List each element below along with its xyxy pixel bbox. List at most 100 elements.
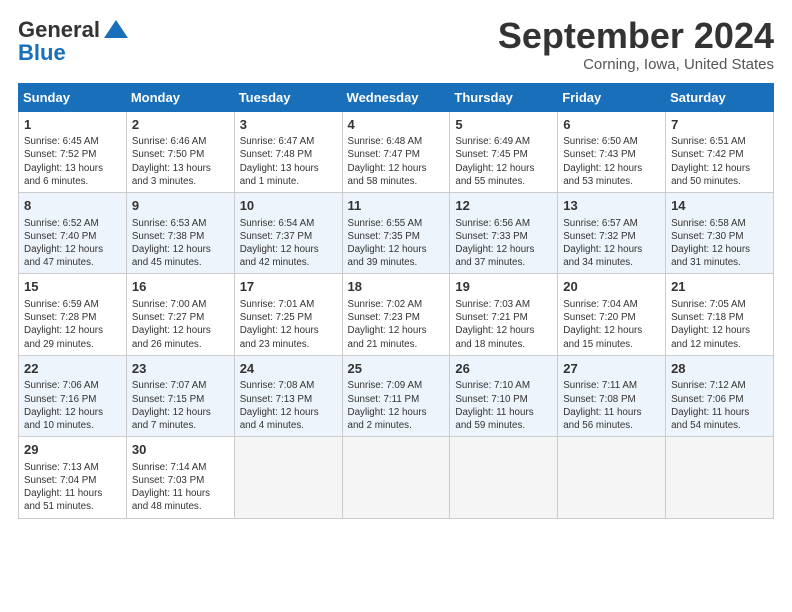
page: General Blue September 2024 Corning, Iow… — [0, 0, 792, 612]
day-cell-23: 23Sunrise: 7:07 AM Sunset: 7:15 PM Dayli… — [126, 355, 234, 436]
day-number: 1 — [24, 116, 121, 134]
day-number: 20 — [563, 278, 660, 296]
day-cell-11: 11 Sunrise: 6:55 AM Sunset: 7:35 PM Dayli… — [342, 193, 450, 274]
day-info: Sunrise: 6:52 AM Sunset: 7:40 PM Dayligh… — [24, 217, 121, 270]
day-cell-15: 15 Sunrise: 6:59 AM Sunset: 7:28 PM Dayli… — [19, 274, 127, 355]
day-cell-17: 17 Sunrise: 7:01 AM Sunset: 7:25 PM Dayli… — [234, 274, 342, 355]
day-number: 10 — [240, 197, 337, 215]
day-number: 25 — [348, 360, 445, 378]
col-header-tuesday: Tuesday — [234, 83, 342, 111]
day-number: 6 — [563, 116, 660, 134]
day-info: Sunrise: 6:46 AM Sunset: 7:50 PM Dayligh… — [132, 135, 229, 188]
logo-blue: Blue — [18, 40, 66, 66]
day-info: Sunrise: 7:09 AM Sunset: 7:11 PM Dayligh… — [348, 379, 445, 432]
week-row-5: 29Sunrise: 7:13 AM Sunset: 7:04 PM Dayli… — [19, 437, 774, 518]
day-info: Sunrise: 6:48 AM Sunset: 7:47 PM Dayligh… — [348, 135, 445, 188]
day-cell-22: 22Sunrise: 7:06 AM Sunset: 7:16 PM Dayli… — [19, 355, 127, 436]
day-number: 14 — [671, 197, 768, 215]
day-info: Sunrise: 6:57 AM Sunset: 7:32 PM Dayligh… — [563, 217, 660, 270]
day-info: Sunrise: 7:04 AM Sunset: 7:20 PM Dayligh… — [563, 298, 660, 351]
day-info: Sunrise: 6:54 AM Sunset: 7:37 PM Dayligh… — [240, 217, 337, 270]
day-cell-9: 9 Sunrise: 6:53 AM Sunset: 7:38 PM Daylig… — [126, 193, 234, 274]
week-row-4: 22Sunrise: 7:06 AM Sunset: 7:16 PM Dayli… — [19, 355, 774, 436]
day-cell-28: 28Sunrise: 7:12 AM Sunset: 7:06 PM Dayli… — [666, 355, 774, 436]
day-info: Sunrise: 7:13 AM Sunset: 7:04 PM Dayligh… — [24, 461, 121, 514]
day-cell-16: 16 Sunrise: 7:00 AM Sunset: 7:27 PM Dayli… — [126, 274, 234, 355]
week-row-1: 1Sunrise: 6:45 AM Sunset: 7:52 PM Daylig… — [19, 111, 774, 192]
day-number: 15 — [24, 278, 121, 296]
day-info: Sunrise: 6:49 AM Sunset: 7:45 PM Dayligh… — [455, 135, 552, 188]
title-block: September 2024 Corning, Iowa, United Sta… — [498, 16, 774, 73]
day-cell-30: 30Sunrise: 7:14 AM Sunset: 7:03 PM Dayli… — [126, 437, 234, 518]
day-info: Sunrise: 6:53 AM Sunset: 7:38 PM Dayligh… — [132, 217, 229, 270]
day-cell-empty — [558, 437, 666, 518]
day-cell-12: 12Sunrise: 6:56 AM Sunset: 7:33 PM Dayli… — [450, 193, 558, 274]
day-number: 21 — [671, 278, 768, 296]
day-number: 7 — [671, 116, 768, 134]
day-cell-13: 13Sunrise: 6:57 AM Sunset: 7:32 PM Dayli… — [558, 193, 666, 274]
col-header-saturday: Saturday — [666, 83, 774, 111]
col-header-sunday: Sunday — [19, 83, 127, 111]
header-row: SundayMondayTuesdayWednesdayThursdayFrid… — [19, 83, 774, 111]
day-info: Sunrise: 6:55 AM Sunset: 7:35 PM Dayligh… — [348, 217, 445, 270]
week-row-2: 8 Sunrise: 6:52 AM Sunset: 7:40 PM Daylig… — [19, 193, 774, 274]
day-cell-27: 27Sunrise: 7:11 AM Sunset: 7:08 PM Dayli… — [558, 355, 666, 436]
calendar-title: September 2024 — [498, 16, 774, 56]
day-number: 9 — [132, 197, 229, 215]
day-info: Sunrise: 7:07 AM Sunset: 7:15 PM Dayligh… — [132, 379, 229, 432]
logo-general: General — [18, 19, 100, 41]
day-cell-empty — [450, 437, 558, 518]
day-number: 16 — [132, 278, 229, 296]
day-cell-10: 10 Sunrise: 6:54 AM Sunset: 7:37 PM Dayli… — [234, 193, 342, 274]
day-number: 11 — [348, 197, 445, 215]
day-number: 17 — [240, 278, 337, 296]
day-info: Sunrise: 7:12 AM Sunset: 7:06 PM Dayligh… — [671, 379, 768, 432]
day-cell-empty — [342, 437, 450, 518]
day-info: Sunrise: 6:50 AM Sunset: 7:43 PM Dayligh… — [563, 135, 660, 188]
day-info: Sunrise: 7:10 AM Sunset: 7:10 PM Dayligh… — [455, 379, 552, 432]
day-number: 24 — [240, 360, 337, 378]
day-number: 2 — [132, 116, 229, 134]
day-info: Sunrise: 7:03 AM Sunset: 7:21 PM Dayligh… — [455, 298, 552, 351]
logo-icon — [102, 16, 130, 44]
day-info: Sunrise: 6:45 AM Sunset: 7:52 PM Dayligh… — [24, 135, 121, 188]
day-cell-2: 2Sunrise: 6:46 AM Sunset: 7:50 PM Daylig… — [126, 111, 234, 192]
day-number: 8 — [24, 197, 121, 215]
day-number: 27 — [563, 360, 660, 378]
day-info: Sunrise: 6:51 AM Sunset: 7:42 PM Dayligh… — [671, 135, 768, 188]
col-header-wednesday: Wednesday — [342, 83, 450, 111]
day-cell-26: 26Sunrise: 7:10 AM Sunset: 7:10 PM Dayli… — [450, 355, 558, 436]
day-cell-21: 21 Sunrise: 7:05 AM Sunset: 7:18 PM Dayli… — [666, 274, 774, 355]
day-info: Sunrise: 7:06 AM Sunset: 7:16 PM Dayligh… — [24, 379, 121, 432]
day-number: 22 — [24, 360, 121, 378]
day-info: Sunrise: 6:59 AM Sunset: 7:28 PM Dayligh… — [24, 298, 121, 351]
day-number: 18 — [348, 278, 445, 296]
day-info: Sunrise: 7:08 AM Sunset: 7:13 PM Dayligh… — [240, 379, 337, 432]
day-number: 26 — [455, 360, 552, 378]
day-number: 23 — [132, 360, 229, 378]
day-number: 4 — [348, 116, 445, 134]
header: General Blue September 2024 Corning, Iow… — [18, 16, 774, 73]
day-cell-25: 25Sunrise: 7:09 AM Sunset: 7:11 PM Dayli… — [342, 355, 450, 436]
day-number: 28 — [671, 360, 768, 378]
day-info: Sunrise: 7:11 AM Sunset: 7:08 PM Dayligh… — [563, 379, 660, 432]
day-cell-3: 3Sunrise: 6:47 AM Sunset: 7:48 PM Daylig… — [234, 111, 342, 192]
day-cell-24: 24Sunrise: 7:08 AM Sunset: 7:13 PM Dayli… — [234, 355, 342, 436]
day-info: Sunrise: 7:00 AM Sunset: 7:27 PM Dayligh… — [132, 298, 229, 351]
day-cell-1: 1Sunrise: 6:45 AM Sunset: 7:52 PM Daylig… — [19, 111, 127, 192]
col-header-monday: Monday — [126, 83, 234, 111]
day-cell-14: 14 Sunrise: 6:58 AM Sunset: 7:30 PM Dayli… — [666, 193, 774, 274]
day-info: Sunrise: 7:05 AM Sunset: 7:18 PM Dayligh… — [671, 298, 768, 351]
day-cell-19: 19Sunrise: 7:03 AM Sunset: 7:21 PM Dayli… — [450, 274, 558, 355]
calendar-table: SundayMondayTuesdayWednesdayThursdayFrid… — [18, 83, 774, 519]
week-row-3: 15 Sunrise: 6:59 AM Sunset: 7:28 PM Dayli… — [19, 274, 774, 355]
day-cell-empty — [666, 437, 774, 518]
day-info: Sunrise: 7:01 AM Sunset: 7:25 PM Dayligh… — [240, 298, 337, 351]
day-number: 12 — [455, 197, 552, 215]
day-info: Sunrise: 6:47 AM Sunset: 7:48 PM Dayligh… — [240, 135, 337, 188]
day-info: Sunrise: 6:58 AM Sunset: 7:30 PM Dayligh… — [671, 217, 768, 270]
day-number: 30 — [132, 441, 229, 459]
logo: General Blue — [18, 16, 130, 66]
day-cell-5: 5Sunrise: 6:49 AM Sunset: 7:45 PM Daylig… — [450, 111, 558, 192]
day-cell-8: 8 Sunrise: 6:52 AM Sunset: 7:40 PM Daylig… — [19, 193, 127, 274]
